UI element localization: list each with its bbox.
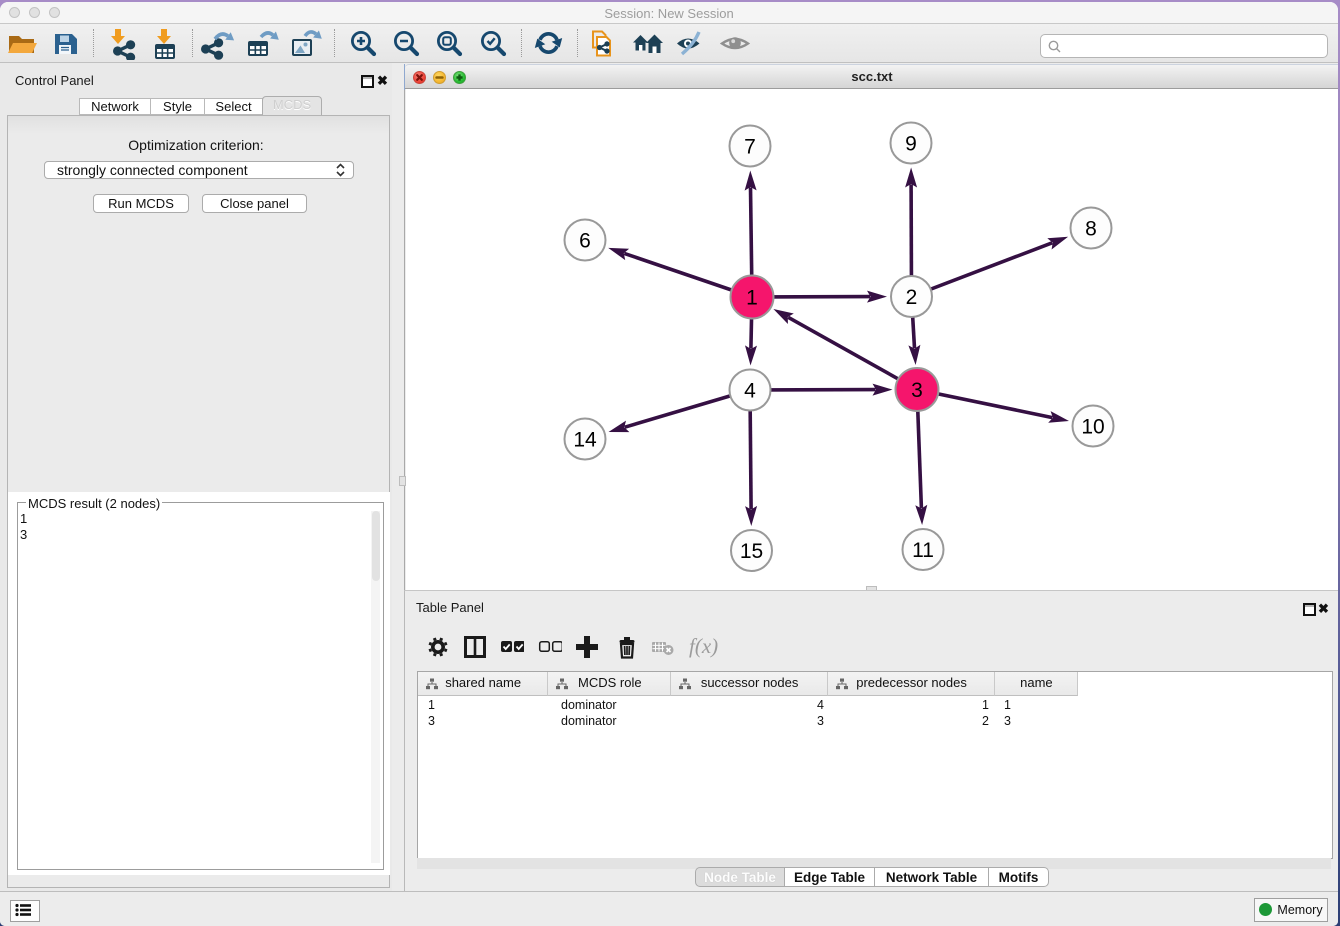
svg-text:4: 4 — [744, 380, 756, 403]
svg-text:14: 14 — [573, 429, 597, 452]
svg-text:11: 11 — [912, 539, 934, 562]
svg-text:1: 1 — [746, 287, 758, 310]
svg-text:2: 2 — [906, 286, 918, 309]
svg-text:8: 8 — [1085, 218, 1097, 241]
svg-text:10: 10 — [1081, 416, 1104, 439]
svg-text:3: 3 — [911, 379, 923, 402]
svg-text:9: 9 — [905, 133, 917, 156]
svg-text:6: 6 — [579, 230, 591, 253]
svg-text:15: 15 — [740, 540, 763, 563]
svg-text:7: 7 — [744, 136, 756, 159]
